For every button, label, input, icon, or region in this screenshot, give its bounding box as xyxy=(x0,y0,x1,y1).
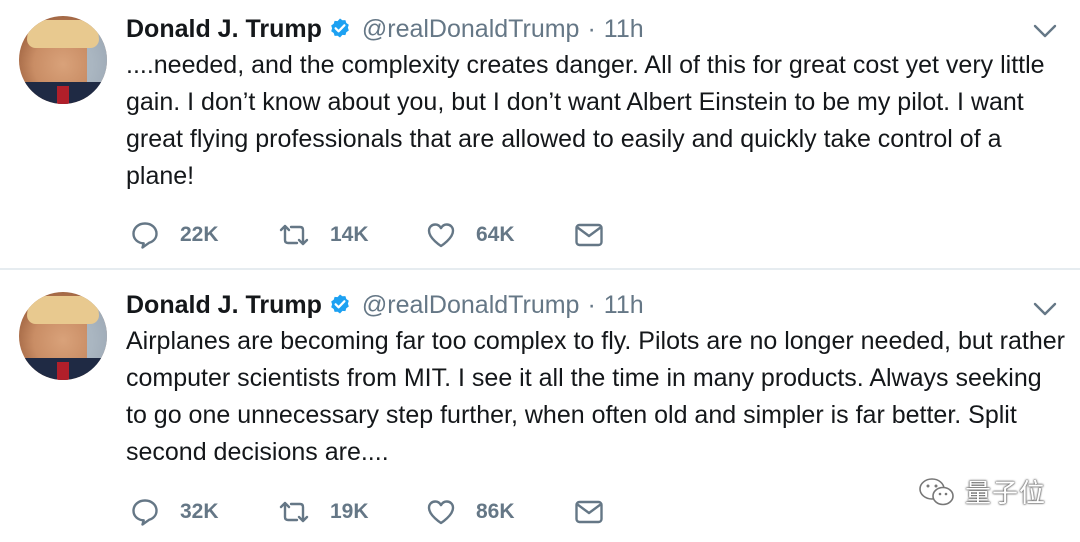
like-button[interactable]: 64K xyxy=(426,221,574,249)
tweet-text: ....needed, and the complexity creates d… xyxy=(126,51,1045,190)
tweet[interactable]: Donald J. Trump @realDonaldTrump · 11h A… xyxy=(0,270,1080,542)
tweet-actions: 32K 19K 86K xyxy=(130,495,604,529)
envelope-icon xyxy=(575,500,603,524)
retweet-count: 14K xyxy=(330,223,369,246)
tweet[interactable]: Donald J. Trump @realDonaldTrump · 11h .… xyxy=(0,0,1080,268)
verified-badge-icon xyxy=(331,18,349,38)
avatar[interactable] xyxy=(19,292,107,380)
separator: · xyxy=(587,14,596,43)
reply-icon xyxy=(132,499,158,526)
like-count: 86K xyxy=(476,500,515,523)
like-button[interactable]: 86K xyxy=(426,498,574,526)
verified-badge-icon xyxy=(331,294,349,314)
like-count: 64K xyxy=(476,223,515,246)
envelope-icon xyxy=(575,223,603,247)
timestamp[interactable]: 11h xyxy=(604,15,644,44)
tweet-header: Donald J. Trump @realDonaldTrump · 11h xyxy=(126,287,644,323)
retweet-count: 19K xyxy=(330,500,369,523)
watermark-text: 量子位 xyxy=(964,478,1046,508)
retweet-button[interactable]: 14K xyxy=(278,221,426,249)
chevron-down-icon[interactable] xyxy=(1032,300,1058,318)
separator: · xyxy=(587,290,596,319)
direct-message-button[interactable] xyxy=(574,222,604,248)
display-name[interactable]: Donald J. Trump xyxy=(126,291,322,320)
tweet-text: Airplanes are becoming far too complex t… xyxy=(126,327,1065,466)
retweet-button[interactable]: 19K xyxy=(278,498,426,526)
reply-icon xyxy=(132,222,158,249)
retweet-icon xyxy=(279,501,309,523)
avatar[interactable] xyxy=(19,16,107,104)
watermark: 量子位 xyxy=(917,473,1046,510)
heart-icon xyxy=(427,500,455,525)
retweet-icon xyxy=(279,224,309,246)
reply-button[interactable]: 22K xyxy=(130,220,278,250)
direct-message-button[interactable] xyxy=(574,499,604,525)
reply-count: 22K xyxy=(180,223,219,246)
display-name[interactable]: Donald J. Trump xyxy=(126,15,322,44)
reply-button[interactable]: 32K xyxy=(130,497,278,527)
tweet-actions: 22K 14K 64K xyxy=(130,218,604,252)
timestamp[interactable]: 11h xyxy=(604,291,644,320)
reply-count: 32K xyxy=(180,500,219,523)
handle[interactable]: @realDonaldTrump xyxy=(362,15,580,44)
heart-icon xyxy=(427,223,455,248)
handle[interactable]: @realDonaldTrump xyxy=(362,291,580,320)
tweet-header: Donald J. Trump @realDonaldTrump · 11h xyxy=(126,11,644,47)
chevron-down-icon[interactable] xyxy=(1032,22,1058,40)
wechat-icon xyxy=(919,477,954,505)
